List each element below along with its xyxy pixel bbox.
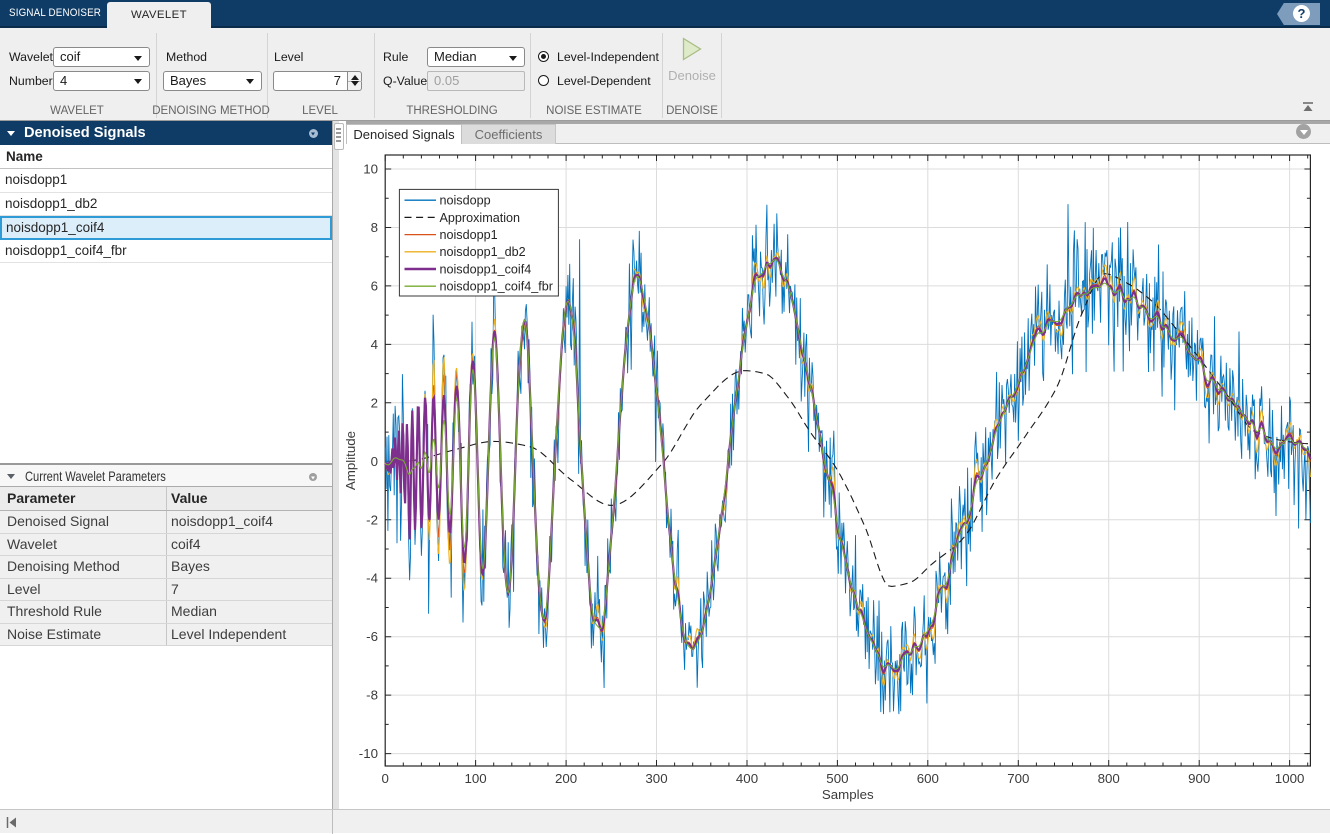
svg-text:Approximation: Approximation	[440, 211, 521, 225]
svg-text:noisdopp1_db2: noisdopp1_db2	[440, 245, 526, 259]
svg-text:noisdopp: noisdopp	[440, 194, 491, 208]
svg-text:600: 600	[917, 771, 939, 786]
svg-text:-2: -2	[366, 512, 378, 527]
svg-text:8: 8	[371, 220, 378, 235]
svg-text:1000: 1000	[1275, 771, 1305, 786]
svg-text:4: 4	[371, 337, 378, 352]
svg-text:noisdopp1_coif4_fbr: noisdopp1_coif4_fbr	[440, 280, 553, 294]
svg-text:-8: -8	[366, 688, 378, 703]
svg-text:0: 0	[371, 454, 378, 469]
svg-text:6: 6	[371, 278, 378, 293]
svg-text:500: 500	[826, 771, 848, 786]
svg-text:400: 400	[736, 771, 758, 786]
svg-text:200: 200	[555, 771, 577, 786]
svg-text:noisdopp1: noisdopp1	[440, 228, 498, 242]
svg-text:-10: -10	[359, 746, 378, 761]
svg-text:100: 100	[465, 771, 487, 786]
svg-text:800: 800	[1098, 771, 1120, 786]
svg-text:900: 900	[1188, 771, 1210, 786]
svg-text:noisdopp1_coif4: noisdopp1_coif4	[440, 262, 532, 276]
svg-text:700: 700	[1007, 771, 1029, 786]
svg-text:10: 10	[363, 162, 378, 177]
svg-text:Samples: Samples	[822, 787, 874, 802]
svg-text:0: 0	[381, 771, 388, 786]
svg-text:-6: -6	[366, 629, 378, 644]
svg-text:300: 300	[645, 771, 667, 786]
svg-text:Amplitude: Amplitude	[346, 431, 358, 490]
svg-text:2: 2	[371, 395, 378, 410]
svg-text:-4: -4	[366, 571, 378, 586]
